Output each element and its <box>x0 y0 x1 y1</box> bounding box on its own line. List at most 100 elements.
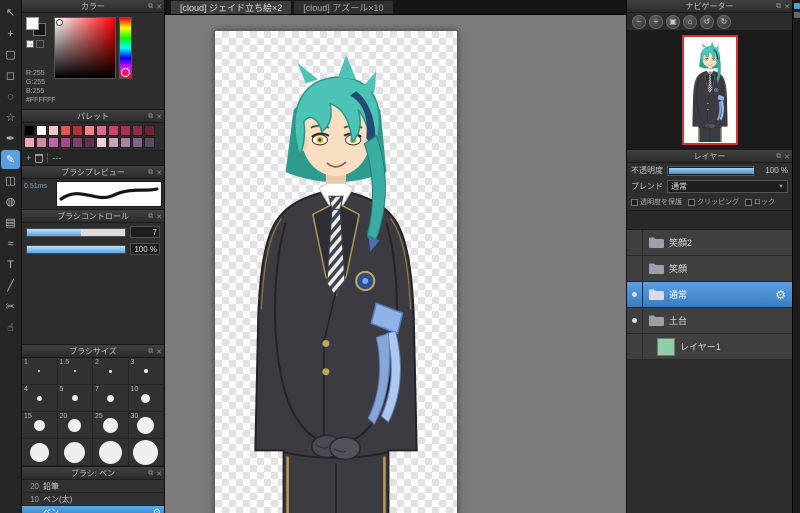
brush-size-cell[interactable] <box>57 439 93 466</box>
close-icon[interactable]: ✕ <box>156 113 162 121</box>
rotate-left-icon[interactable]: ↺ <box>700 14 714 29</box>
palette-swatch[interactable] <box>96 125 107 136</box>
hue-slider[interactable] <box>119 17 132 79</box>
palette-swatch[interactable] <box>24 137 35 148</box>
canvas-area[interactable] <box>165 15 626 513</box>
brush-size-cell[interactable]: 15 <box>22 412 58 439</box>
brush-size-cell[interactable]: 4 <box>22 385 58 412</box>
layer-row-selected[interactable]: 通常 ⚙ <box>627 282 792 308</box>
brush-opacity-slider[interactable] <box>26 244 126 254</box>
saturation-value-picker[interactable] <box>54 17 116 79</box>
palette-swatch[interactable] <box>132 137 143 148</box>
dock-pin-icon[interactable] <box>793 3 800 9</box>
zoom-reset-icon[interactable]: ⌂ <box>683 14 697 29</box>
foreground-color-swatch[interactable] <box>26 17 39 30</box>
text-tool-icon[interactable]: T <box>1 255 20 274</box>
brush-opacity-value[interactable]: 100 % <box>130 243 160 255</box>
palette-swatch[interactable] <box>132 125 143 136</box>
palette-swatch[interactable] <box>72 137 83 148</box>
move-tool-icon[interactable]: + <box>1 24 20 43</box>
add-palette-color-icon[interactable]: + <box>26 153 31 163</box>
popout-icon[interactable]: ⧉ <box>148 113 153 121</box>
popout-icon[interactable]: ⧉ <box>148 470 153 478</box>
document-tab[interactable]: [cloud] ジェイド立ち絵×2 <box>170 0 293 14</box>
layer-row[interactable]: レイヤー1 <box>627 334 792 360</box>
popout-icon[interactable]: ⧉ <box>148 348 153 356</box>
close-icon[interactable]: ✕ <box>156 348 162 356</box>
brush-size-cell[interactable]: 1 <box>22 358 58 385</box>
color-picker-marker[interactable] <box>56 19 63 26</box>
lasso-select-tool-icon[interactable]: ◌ <box>1 87 20 106</box>
brush-size-cell[interactable]: 20 <box>57 412 93 439</box>
marquee-select-tool-icon[interactable]: ◻ <box>1 66 20 85</box>
visibility-toggle[interactable] <box>627 308 643 333</box>
line-tool-icon[interactable]: ╱ <box>1 276 20 295</box>
blur-tool-icon[interactable]: ≈ <box>1 234 20 253</box>
layer-row[interactable]: 土台 <box>627 308 792 334</box>
popout-icon[interactable]: ⧉ <box>148 3 153 11</box>
brush-size-cell[interactable] <box>22 439 58 466</box>
brush-size-cell[interactable]: 10 <box>128 385 164 412</box>
popout-icon[interactable]: ⧉ <box>776 3 781 11</box>
blend-mode-dropdown[interactable]: 通常 ▼ <box>667 180 788 193</box>
hue-marker[interactable] <box>121 68 130 77</box>
palette-swatch[interactable] <box>36 137 47 148</box>
delete-palette-color-icon[interactable] <box>35 153 44 163</box>
brush-settings-gear-icon[interactable]: ⚙ <box>153 507 161 513</box>
close-icon[interactable]: ✕ <box>784 3 790 11</box>
navigator-thumbnail[interactable] <box>681 35 738 145</box>
palette-swatch[interactable] <box>48 125 59 136</box>
close-icon[interactable]: ✕ <box>156 3 162 11</box>
visibility-toggle[interactable] <box>627 230 643 255</box>
brush-size-cell[interactable]: 30 <box>128 412 164 439</box>
brush-size-cell[interactable] <box>128 439 164 466</box>
close-icon[interactable]: ✕ <box>156 213 162 221</box>
visibility-toggle[interactable] <box>627 334 643 359</box>
dock-panel-icon[interactable] <box>793 12 800 18</box>
palette-swatch[interactable] <box>144 137 155 148</box>
eraser-tool-icon[interactable]: ◫ <box>1 171 20 190</box>
palette-swatch[interactable] <box>24 125 35 136</box>
canvas[interactable] <box>215 31 457 513</box>
brush-size-slider[interactable] <box>26 227 126 237</box>
popout-icon[interactable]: ⧉ <box>148 213 153 221</box>
brush-size-cell[interactable]: 2 <box>93 358 129 385</box>
visibility-toggle[interactable] <box>627 282 643 307</box>
transparent-color-icon[interactable] <box>26 40 34 48</box>
brush-size-cell[interactable]: 5 <box>57 385 93 412</box>
document-tab[interactable]: [cloud] アズール×10 <box>293 0 394 14</box>
zoom-in-icon[interactable]: + <box>649 14 663 29</box>
brush-size-cell[interactable]: 7 <box>93 385 129 412</box>
palette-swatch[interactable] <box>72 125 83 136</box>
zoom-fit-icon[interactable]: ▣ <box>666 14 680 29</box>
layer-settings-gear-icon[interactable]: ⚙ <box>775 288 786 302</box>
magic-wand-tool-icon[interactable]: ☆ <box>1 108 20 127</box>
palette-swatch[interactable] <box>84 137 95 148</box>
palette-swatch[interactable] <box>36 125 47 136</box>
transform-tool-icon[interactable]: ▢ <box>1 45 20 64</box>
palette-swatch[interactable] <box>108 125 119 136</box>
palette-swatch[interactable] <box>108 137 119 148</box>
swap-colors-icon[interactable] <box>36 40 44 48</box>
popout-icon[interactable]: ⧉ <box>776 153 781 161</box>
brush-list-item[interactable]: 20 鉛筆 <box>22 480 164 493</box>
brush-tool-icon[interactable]: ✎ <box>1 150 20 169</box>
eyedropper-tool-icon[interactable]: ✒ <box>1 129 20 148</box>
scissors-tool-icon[interactable]: ✂ <box>1 297 20 316</box>
close-icon[interactable]: ✕ <box>156 470 162 478</box>
palette-swatch[interactable] <box>144 125 155 136</box>
rotate-right-icon[interactable]: ↻ <box>717 14 731 29</box>
bucket-fill-tool-icon[interactable]: ◍ <box>1 192 20 211</box>
palette-swatch[interactable] <box>84 125 95 136</box>
protect-alpha-checkbox[interactable]: 透明度を保護 <box>631 197 682 207</box>
close-icon[interactable]: ✕ <box>156 169 162 177</box>
layer-opacity-slider[interactable] <box>667 165 754 176</box>
brush-size-cell[interactable] <box>93 439 129 466</box>
palette-swatch[interactable] <box>120 125 131 136</box>
brush-list-item[interactable]: 10 ペン(太) <box>22 493 164 506</box>
popout-icon[interactable]: ⧉ <box>148 169 153 177</box>
zoom-out-icon[interactable]: − <box>632 14 646 29</box>
palette-swatch[interactable] <box>60 125 71 136</box>
palette-swatch[interactable] <box>48 137 59 148</box>
lock-checkbox[interactable]: ロック <box>745 197 775 207</box>
